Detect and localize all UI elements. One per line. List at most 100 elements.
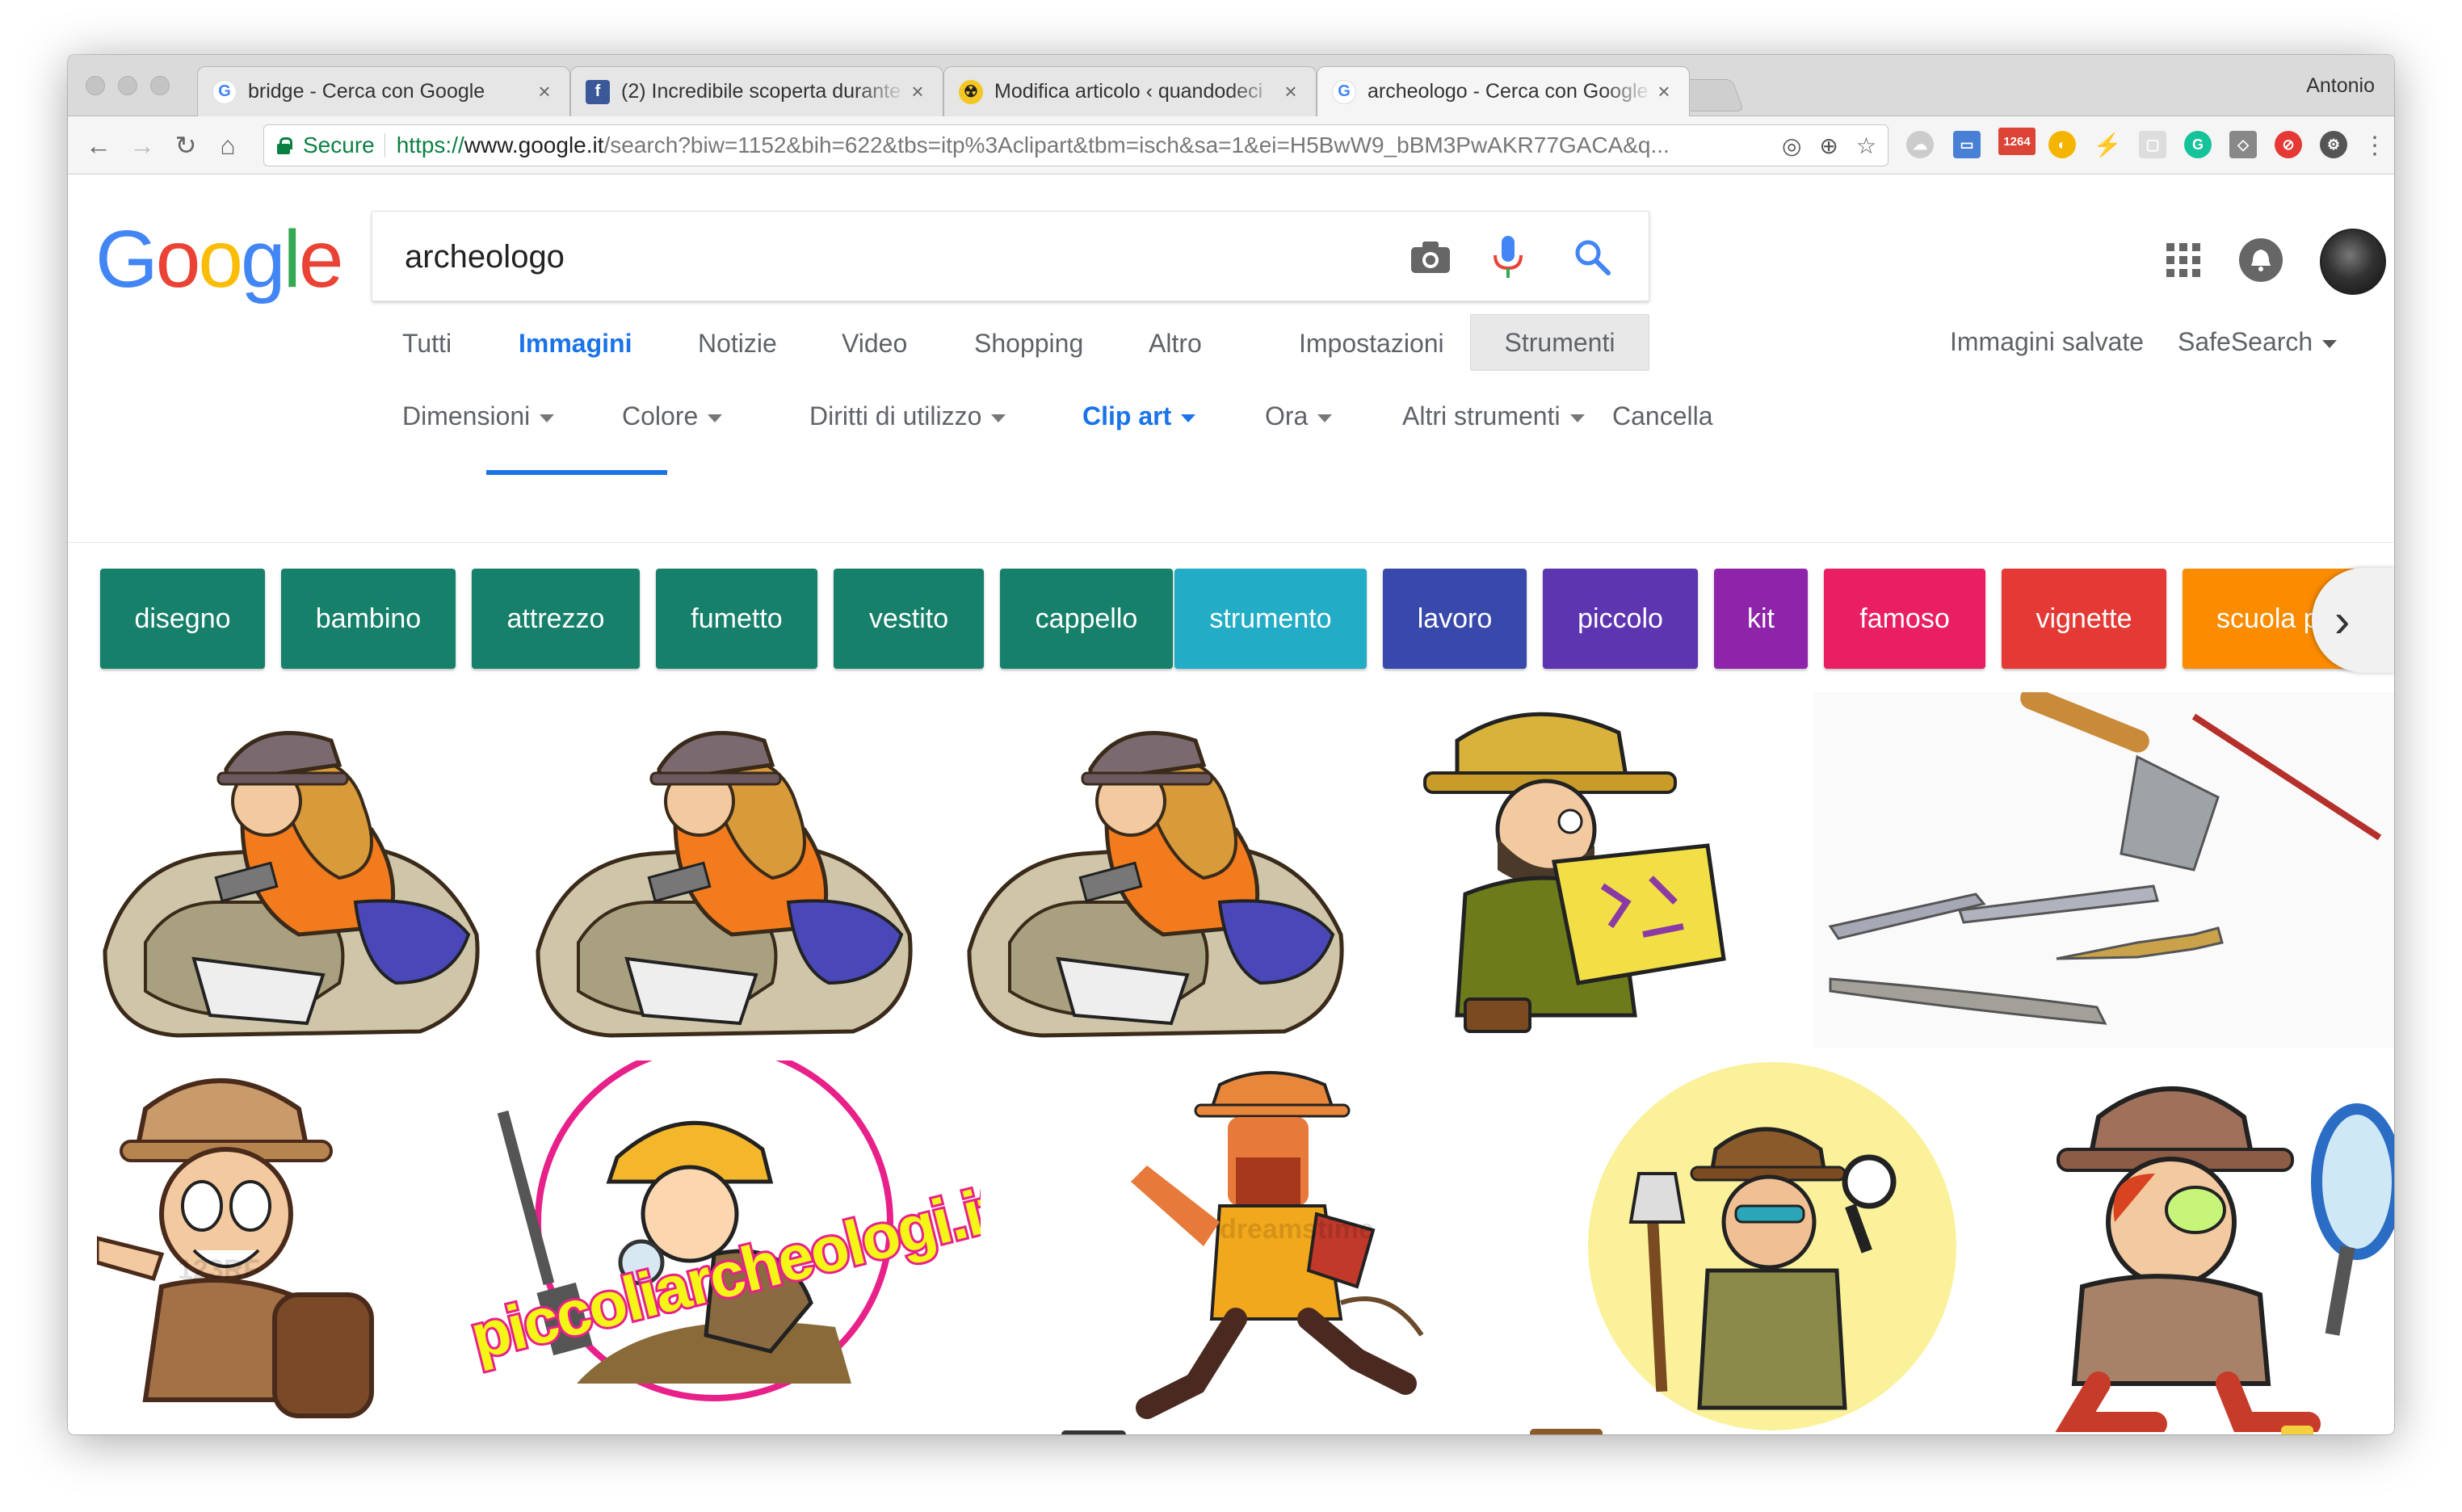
browser-tab[interactable]: f (2) Incredibile scoperta durante ×	[570, 66, 943, 116]
image-result[interactable]	[1562, 1060, 1974, 1432]
related-chip[interactable]: piccolo	[1543, 569, 1698, 669]
minimize-window-button[interactable]	[118, 76, 137, 95]
zoom-icon[interactable]: ⊕	[1819, 132, 1838, 159]
related-chip[interactable]: vignette	[2002, 569, 2166, 669]
tab-strip: G bridge - Cerca con Google × f (2) Incr…	[68, 55, 2394, 116]
related-chip[interactable]: kit	[1714, 569, 1808, 669]
forward-arrow-icon[interactable]: →	[126, 129, 158, 162]
search-icon[interactable]	[1566, 231, 1618, 283]
location-icon[interactable]: ◎	[1782, 132, 1801, 159]
microphone-icon[interactable]	[1482, 231, 1534, 283]
settings-extension-icon[interactable]: ⚙	[2320, 131, 2347, 158]
image-result[interactable]	[2002, 1060, 2394, 1432]
related-chip[interactable]: bambino	[281, 569, 456, 669]
screen-extension-icon[interactable]: ▭	[1953, 131, 1981, 158]
image-result[interactable]: dreamstime	[1099, 1060, 1502, 1432]
next-row-image-peek	[1061, 1430, 1126, 1434]
secure-label: Secure	[303, 132, 375, 158]
image-result[interactable]	[1814, 692, 2394, 1048]
camera-icon[interactable]	[1405, 231, 1456, 283]
lightning-extension-icon[interactable]: ⚡	[2094, 131, 2122, 158]
google-g-icon: G	[1332, 79, 1356, 104]
next-row-image-peek	[1530, 1429, 1603, 1434]
bookmark-star-icon[interactable]: ☆	[1856, 132, 1876, 159]
size-filter[interactable]: Dimensioni	[402, 401, 555, 431]
close-tab-icon[interactable]: ×	[1280, 79, 1301, 104]
url-text[interactable]: https://www.google.it/search?biw=1152&bi…	[397, 132, 1764, 158]
bulb-extension-icon[interactable]: ◇	[2229, 131, 2257, 158]
notifications-bell-icon[interactable]	[2239, 238, 2283, 282]
block-extension-icon[interactable]: ⊘	[2275, 131, 2302, 158]
image-result[interactable]	[97, 692, 491, 1048]
tab-title: archeologo - Cerca con Google	[1368, 80, 1649, 103]
saved-images-link[interactable]: Immagini salvate	[1950, 327, 2144, 361]
archaeologist-girl-illustration	[536, 731, 913, 1038]
settings-link[interactable]: Impostazioni	[1299, 329, 1444, 363]
profile-name[interactable]: Antonio	[2306, 74, 2375, 98]
related-chip[interactable]: lavoro	[1383, 569, 1527, 669]
explorer-running-illustration	[1131, 1071, 1424, 1419]
browser-tab[interactable]: G bridge - Cerca con Google ×	[197, 66, 570, 116]
apps-grid-icon[interactable]	[2165, 242, 2202, 279]
radiation-icon: ☢	[959, 79, 983, 104]
archaeologist-girl-illustration	[967, 731, 1344, 1038]
menu-dots-icon[interactable]: ⋮	[2359, 129, 2391, 162]
close-tab-icon[interactable]: ×	[907, 79, 928, 104]
lock-icon	[275, 137, 292, 154]
browser-toolbar: ← → ↻ ⌂ Secure https://www.google.it/sea…	[68, 116, 2394, 174]
cloud-extension-icon[interactable]: ☁	[1906, 131, 1934, 158]
close-tab-icon[interactable]: ×	[534, 79, 555, 104]
close-tab-icon[interactable]: ×	[1653, 79, 1674, 104]
google-g-icon: G	[212, 79, 237, 104]
safesearch-menu[interactable]: SafeSearch	[2178, 327, 2338, 361]
image-result[interactable]	[530, 692, 924, 1048]
time-filter[interactable]: Ora	[1265, 401, 1333, 431]
image-result[interactable]	[1409, 692, 1748, 1048]
related-chip[interactable]: strumento	[1174, 569, 1367, 669]
tab-altro[interactable]: Altro	[1149, 329, 1202, 363]
chrome-extension-icon[interactable]: ◐	[2048, 131, 2076, 158]
related-chip[interactable]: famoso	[1824, 569, 1985, 669]
note-extension-icon[interactable]: ▢	[2139, 131, 2166, 158]
calendar-extension-icon[interactable]: 1264	[1998, 128, 2036, 155]
tab-video[interactable]: Video	[842, 329, 907, 363]
browser-tab[interactable]: ☢ Modifica articolo ‹ quandodeci ×	[943, 66, 1317, 116]
active-tab-indicator	[486, 470, 667, 475]
more-tools-filter[interactable]: Altri strumenti	[1402, 401, 1585, 431]
watermark-text: 123RF	[178, 1254, 261, 1285]
search-box[interactable]: archeologo	[372, 211, 1649, 301]
header-divider	[68, 542, 2394, 543]
reload-icon[interactable]: ↻	[170, 129, 202, 162]
tab-tutti[interactable]: Tutti	[402, 329, 452, 363]
search-input[interactable]: archeologo	[405, 239, 565, 275]
maximize-window-button[interactable]	[150, 76, 170, 95]
browser-tab-active[interactable]: G archeologo - Cerca con Google ×	[1317, 66, 1690, 116]
image-result[interactable]: 123RF	[97, 1060, 420, 1432]
tools-button[interactable]: Strumenti	[1470, 314, 1649, 371]
image-result[interactable]	[961, 692, 1355, 1048]
clear-filters-link[interactable]: Cancella	[1612, 401, 1713, 431]
archaeology-tools-illustration	[1814, 692, 2394, 1048]
type-filter-clipart[interactable]: Clip art	[1082, 401, 1196, 431]
tab-title: bridge - Cerca con Google	[248, 80, 485, 103]
related-chip[interactable]: fumetto	[656, 569, 817, 669]
browser-window: G bridge - Cerca con Google × f (2) Incr…	[68, 55, 2394, 1434]
tab-shopping[interactable]: Shopping	[974, 329, 1083, 363]
omnibox-divider	[384, 133, 385, 158]
related-chip[interactable]: disegno	[100, 569, 265, 669]
address-bar[interactable]: Secure https://www.google.it/search?biw=…	[263, 124, 1889, 166]
image-result[interactable]: piccoliarcheologi.it	[447, 1060, 981, 1432]
avatar[interactable]	[2320, 229, 2386, 295]
related-chip[interactable]: cappello	[1000, 569, 1173, 669]
related-chip[interactable]: attrezzo	[472, 569, 640, 669]
home-icon[interactable]: ⌂	[212, 129, 244, 162]
close-window-button[interactable]	[86, 76, 105, 95]
google-logo[interactable]: Google	[95, 219, 343, 300]
grammarly-icon[interactable]: G	[2184, 131, 2212, 158]
usage-rights-filter[interactable]: Diritti di utilizzo	[809, 401, 1006, 431]
color-filter[interactable]: Colore	[622, 401, 723, 431]
back-arrow-icon[interactable]: ←	[82, 129, 115, 162]
tab-notizie[interactable]: Notizie	[698, 329, 777, 363]
related-chip[interactable]: vestito	[834, 569, 984, 669]
tab-immagini[interactable]: Immagini	[519, 329, 632, 363]
